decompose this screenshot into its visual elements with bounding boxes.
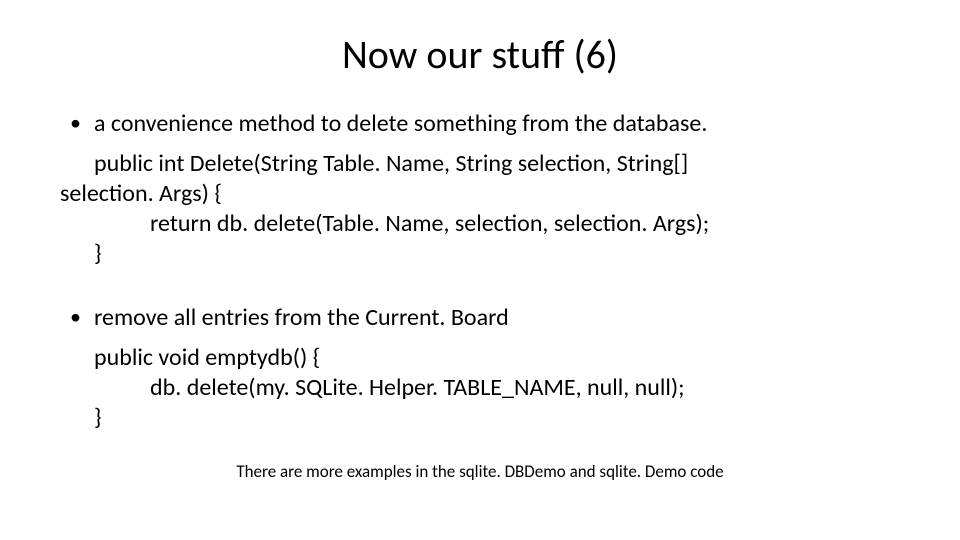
code-line: public void emptydb() { <box>60 343 900 373</box>
footer-note: There are more examples in the sqlite. D… <box>60 461 900 482</box>
bullet-item-2: remove all entries from the Current. Boa… <box>60 303 900 333</box>
code-line: } <box>60 239 900 269</box>
bullet-item-1: a convenience method to delete something… <box>60 109 900 139</box>
code-line: db. delete(my. SQLite. Helper. TABLE_NAM… <box>60 373 900 403</box>
code-line: public int Delete(String Table. Name, St… <box>60 149 900 179</box>
code-line: selection. Args) { <box>60 179 900 209</box>
slide: Now our stuff (6) a convenience method t… <box>0 0 960 540</box>
code-line: return db. delete(Table. Name, selection… <box>60 209 900 239</box>
slide-body: a convenience method to delete something… <box>0 89 960 482</box>
code-line: } <box>60 403 900 433</box>
slide-title: Now our stuff (6) <box>0 0 960 89</box>
spacer <box>60 269 900 303</box>
